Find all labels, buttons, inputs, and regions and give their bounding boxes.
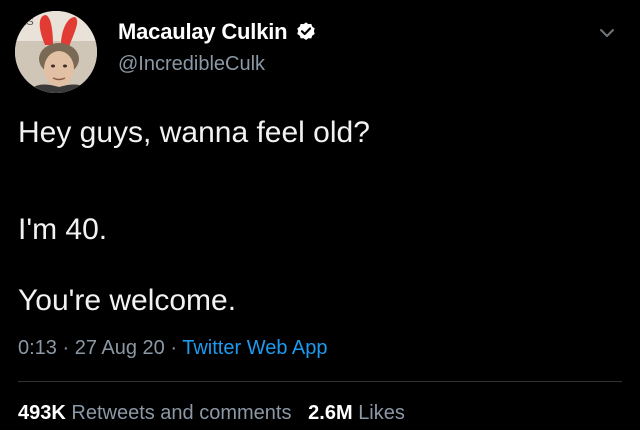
tweet-metadata: 0:13 · 27 Aug 20 · Twitter Web App [18,337,328,360]
tweet-line: Hey guys, wanna feel old? [18,116,370,149]
tweet-source-link[interactable]: Twitter Web App [182,337,327,359]
likes-stat[interactable]: 2.6M Likes [308,402,405,424]
engagement-stats: 493K Retweets and comments 2.6M Likes [18,402,405,425]
retweets-label: Retweets and comments [71,402,292,424]
likes-count: 2.6M [308,402,353,424]
avatar[interactable]: AS [15,11,97,93]
separator: · [56,337,75,359]
chevron-down-icon[interactable] [596,22,618,44]
avatar-image: AS [15,11,97,93]
tweet-time[interactable]: 0:13 [18,337,57,359]
author-info: Macaulay Culkin @IncredibleCulk [118,17,317,76]
display-name[interactable]: Macaulay Culkin [118,19,288,45]
user-handle[interactable]: @IncredibleCulk [118,53,317,76]
tweet-line: You're welcome. [18,284,237,317]
tweet-date[interactable]: 27 Aug 20 [75,337,165,359]
divider [18,381,622,382]
svg-text:AS: AS [19,16,34,28]
tweet-line: I'm 40. [18,213,108,246]
name-row: Macaulay Culkin [118,17,317,47]
retweets-stat[interactable]: 493K Retweets and comments [18,402,291,424]
verified-badge-icon [295,21,317,43]
separator: · [164,337,183,359]
retweets-count: 493K [18,402,66,424]
likes-label: Likes [358,402,405,424]
